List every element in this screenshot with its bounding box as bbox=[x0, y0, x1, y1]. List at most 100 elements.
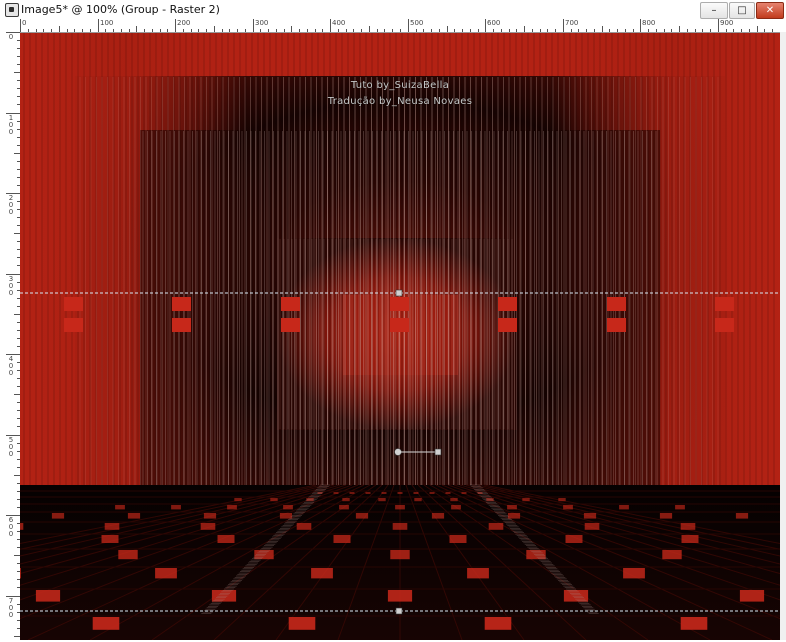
ruler-tick bbox=[160, 29, 161, 32]
ruler-tick bbox=[36, 29, 37, 32]
ruler-tick bbox=[400, 29, 401, 32]
floor-tile bbox=[200, 523, 216, 530]
ruler-label: 400 bbox=[332, 19, 346, 27]
horizontal-ruler[interactable]: 0 100 200 300 400 500 600 700 800 900 bbox=[20, 19, 780, 33]
ruler-tick bbox=[757, 26, 758, 32]
ruler-label: 0 bbox=[22, 19, 27, 27]
guide-handle-top[interactable] bbox=[395, 289, 403, 297]
ruler-tick bbox=[609, 29, 610, 32]
ruler-tick bbox=[586, 29, 587, 32]
app-icon[interactable] bbox=[5, 3, 19, 17]
ruler-tick bbox=[82, 29, 83, 32]
floor-tile bbox=[378, 498, 386, 502]
floor-tile bbox=[429, 492, 435, 494]
ruler-tick bbox=[772, 29, 773, 32]
rotation-handle[interactable] bbox=[434, 448, 442, 456]
floor-tile bbox=[397, 492, 403, 494]
floor-tile bbox=[680, 523, 696, 530]
ruler-tick bbox=[338, 29, 339, 32]
minimize-button[interactable]: – bbox=[700, 2, 728, 19]
ruler-tick bbox=[98, 19, 99, 32]
ruler-tick bbox=[470, 29, 471, 32]
ruler-tick bbox=[478, 29, 479, 32]
floor-tile bbox=[675, 505, 685, 510]
floor-tile bbox=[279, 513, 293, 519]
image-canvas[interactable]: Tuto by_SuizaBella Tradução by_Neusa Nov… bbox=[20, 33, 780, 640]
floor-tile bbox=[735, 513, 749, 519]
floor-tile bbox=[387, 590, 413, 602]
ruler-tick bbox=[633, 29, 634, 32]
floor-tile bbox=[355, 513, 369, 519]
ruler-tick bbox=[291, 26, 292, 32]
floor-tile bbox=[484, 617, 512, 630]
ruler-tick bbox=[214, 26, 215, 32]
wall-tile bbox=[715, 318, 734, 332]
ruler-tick bbox=[74, 29, 75, 32]
floor-tile bbox=[507, 505, 517, 510]
floor-tile bbox=[449, 535, 467, 543]
floor-tile bbox=[349, 492, 355, 494]
floor-tile bbox=[445, 492, 451, 494]
ruler-tick bbox=[648, 29, 649, 32]
floor-tile bbox=[342, 498, 350, 502]
ruler-label: 200 bbox=[177, 19, 191, 27]
title-bar[interactable]: Image5* @ 100% (Group - Raster 2) – □ ✕ bbox=[0, 0, 786, 19]
ruler-tick bbox=[392, 29, 393, 32]
ruler-tick bbox=[20, 19, 21, 32]
vertical-scrollbar[interactable] bbox=[780, 32, 786, 640]
ruler-tick bbox=[59, 26, 60, 32]
ruler-tick bbox=[268, 29, 269, 32]
wall-tile bbox=[64, 297, 83, 311]
ruler-tick bbox=[509, 29, 510, 32]
ruler-corner[interactable] bbox=[6, 19, 21, 33]
ruler-tick bbox=[733, 29, 734, 32]
wall-tile bbox=[64, 318, 83, 332]
ruler-tick bbox=[563, 19, 564, 32]
wall-tile bbox=[281, 297, 300, 311]
floor-tile bbox=[51, 513, 65, 519]
ruler-tick bbox=[284, 29, 285, 32]
ruler-tick bbox=[299, 29, 300, 32]
floor-tile bbox=[451, 505, 461, 510]
floor-tile bbox=[92, 617, 120, 630]
wall-tile bbox=[498, 297, 517, 311]
ruler-tick bbox=[749, 29, 750, 32]
ruler-tick bbox=[307, 29, 308, 32]
guide-handle-bottom[interactable] bbox=[395, 607, 403, 615]
ruler-tick bbox=[454, 29, 455, 32]
ruler-tick bbox=[144, 29, 145, 32]
ruler-tick bbox=[540, 29, 541, 32]
maximize-button[interactable]: □ bbox=[729, 2, 755, 19]
artwork bbox=[20, 33, 780, 640]
wall-tile bbox=[390, 318, 409, 332]
ruler-tick bbox=[175, 19, 176, 32]
ruler-tick bbox=[260, 29, 261, 32]
watermark-line-2: Tradução by_Neusa Novaes bbox=[327, 96, 473, 107]
ruler-tick bbox=[90, 29, 91, 32]
floor-tile bbox=[488, 523, 504, 530]
floor-tile bbox=[227, 505, 237, 510]
floor-tile bbox=[450, 498, 458, 502]
ruler-tick bbox=[322, 29, 323, 32]
wall-tile bbox=[281, 318, 300, 332]
ruler-label: 0 bbox=[8, 208, 14, 216]
ruler-tick bbox=[679, 26, 680, 32]
close-button[interactable]: ✕ bbox=[756, 2, 784, 19]
ruler-tick bbox=[547, 29, 548, 32]
ruler-tick bbox=[493, 29, 494, 32]
floor-tile bbox=[288, 617, 316, 630]
floor-tile bbox=[392, 523, 408, 530]
ruler-tick bbox=[625, 29, 626, 32]
floor-tile bbox=[217, 535, 235, 543]
ruler-tick bbox=[121, 29, 122, 32]
ruler-tick bbox=[594, 29, 595, 32]
ruler-label: 100 bbox=[100, 19, 114, 27]
ruler-tick bbox=[640, 19, 641, 32]
vertical-ruler[interactable]: 0100200300400500600700 bbox=[6, 32, 21, 640]
floor-tile bbox=[234, 498, 242, 502]
ruler-label: 0 bbox=[8, 530, 14, 538]
floor-tile bbox=[118, 550, 138, 560]
floor-tile bbox=[283, 505, 293, 510]
floor-tile bbox=[270, 498, 278, 502]
floor-tile bbox=[395, 505, 405, 510]
